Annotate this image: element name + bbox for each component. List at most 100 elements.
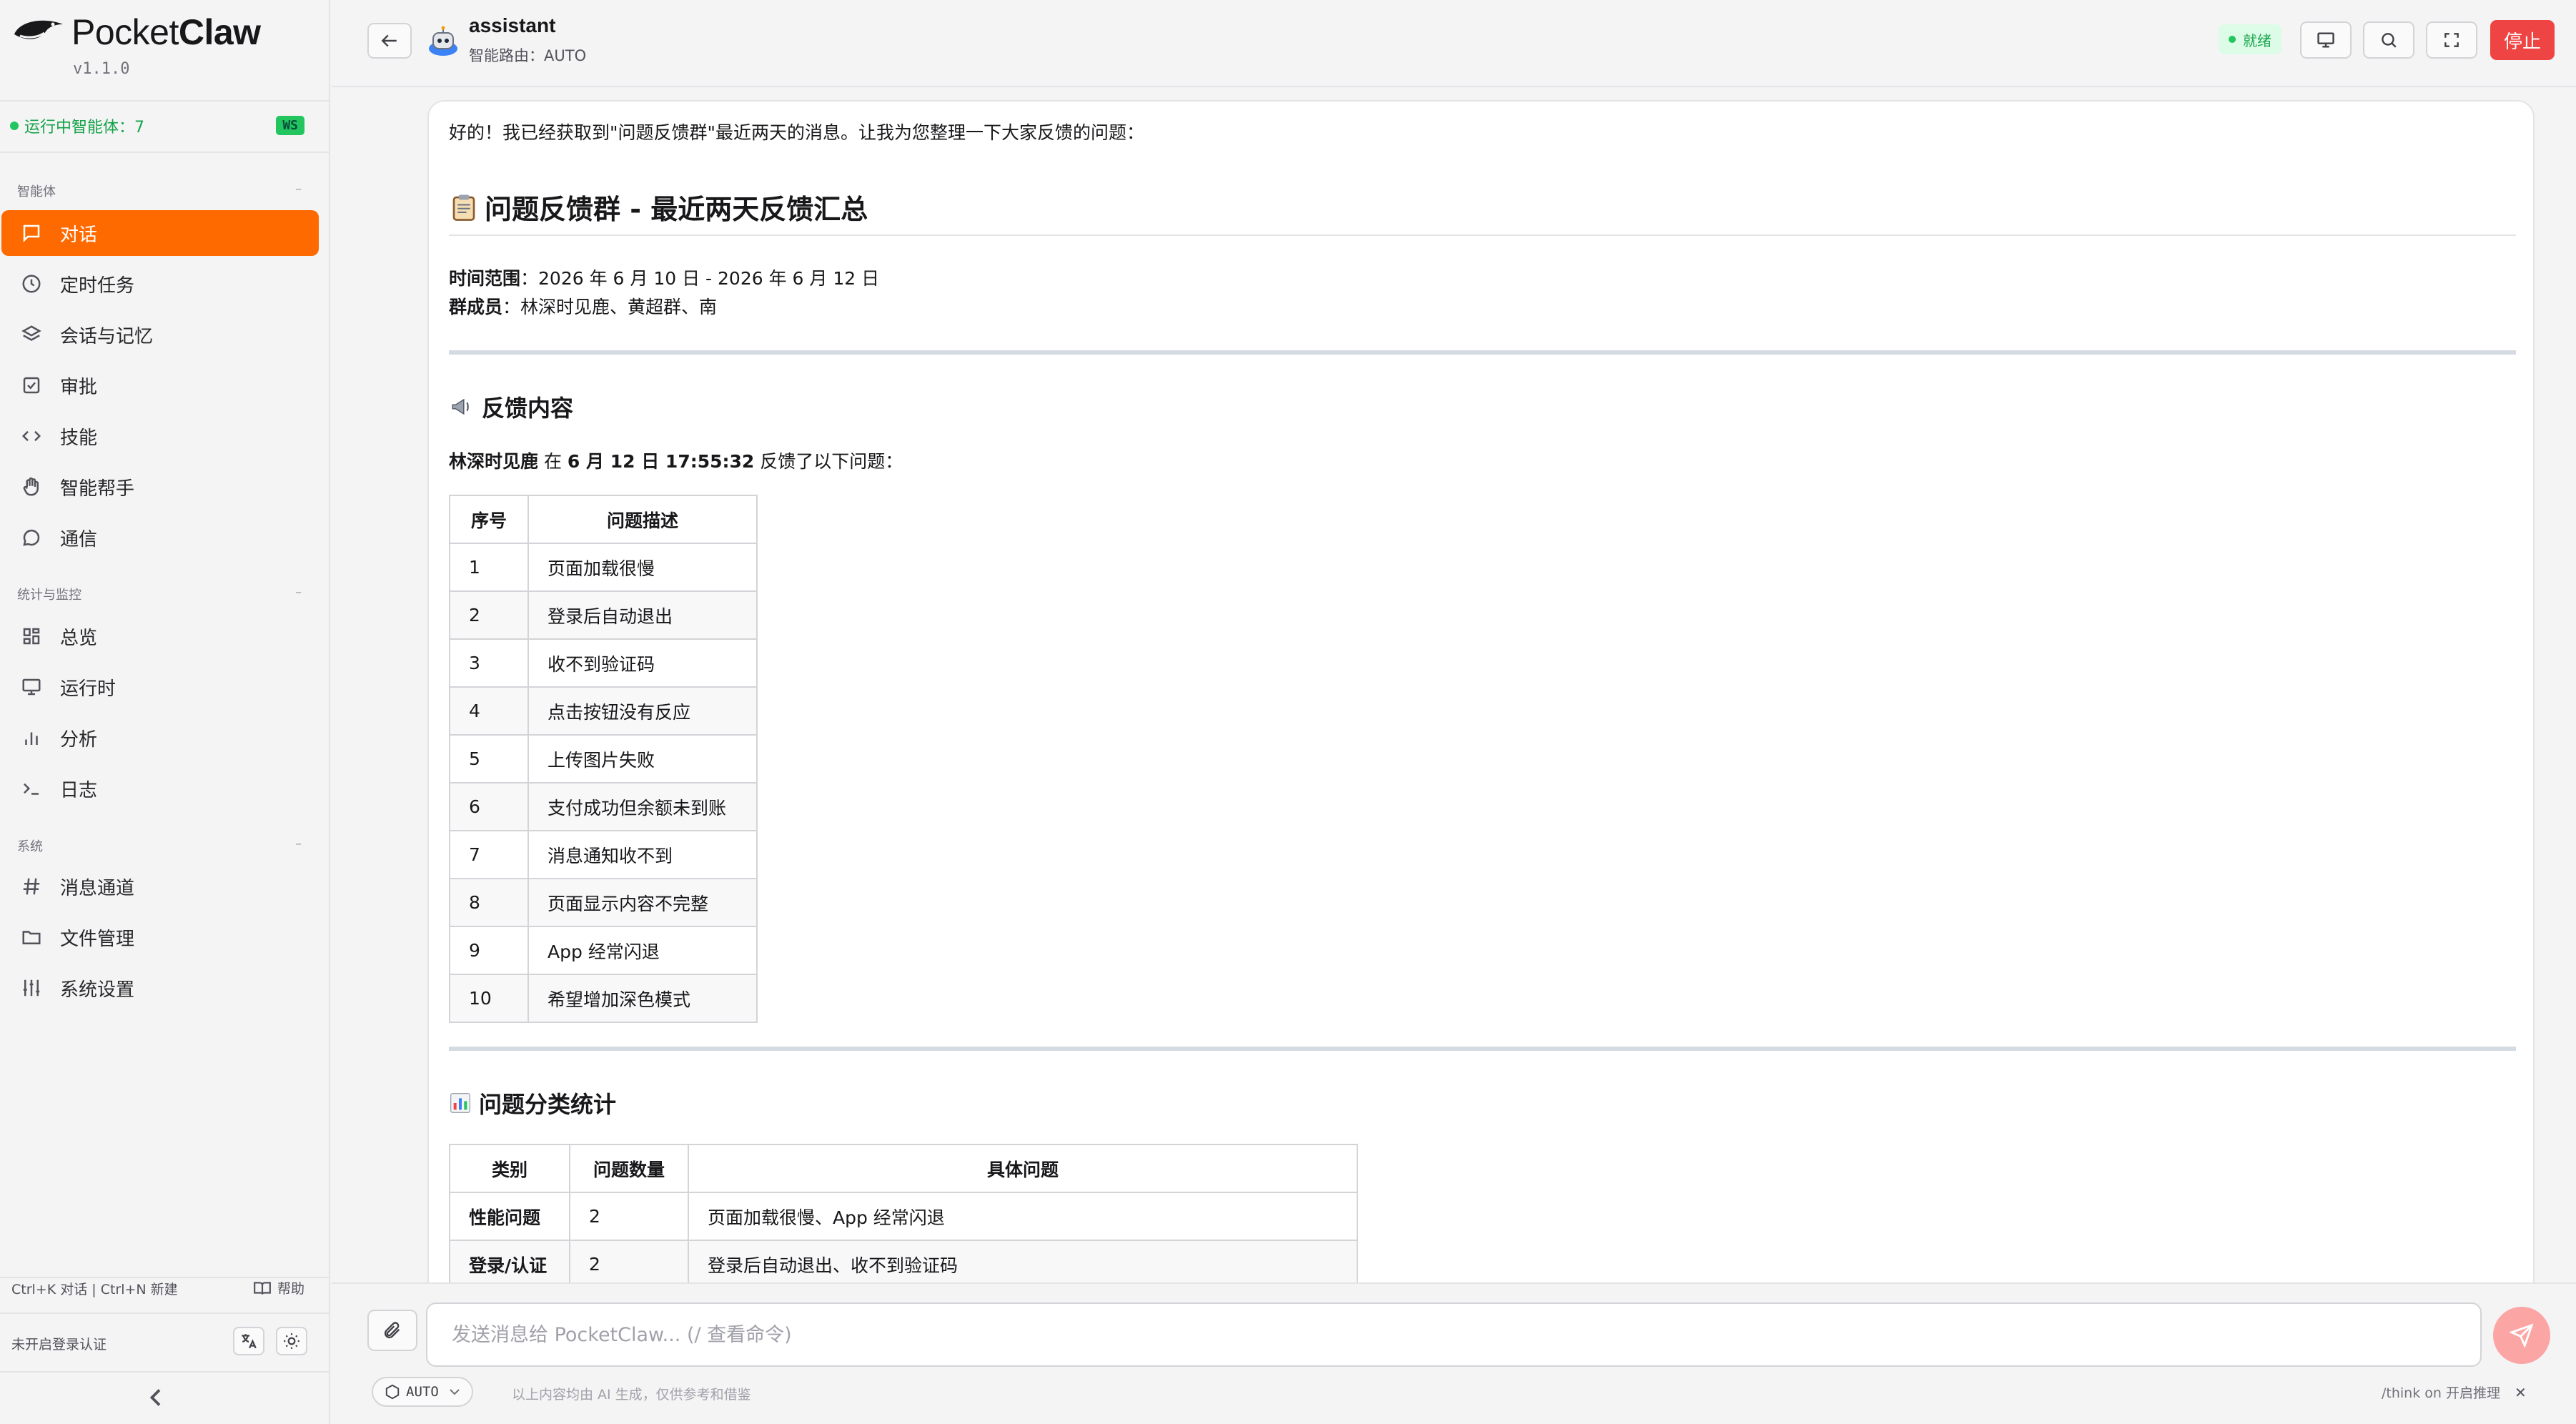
divider [0,100,330,102]
search-icon [2382,33,2397,48]
sidebar-item-label: 总览 [60,627,98,649]
sidebar-item-smart-helper[interactable]: 智能帮手 [1,464,319,510]
composer: AUTO 以上内容均由 AI 生成，仅供参考和借鉴 /think on 开启推理… [332,1282,2576,1424]
sidebar-item-overview[interactable]: 总览 [1,613,319,659]
close-icon[interactable]: ✕ [2515,1384,2527,1401]
chevron-down-icon [450,1389,460,1395]
sidebar-item-chat[interactable]: 对话 [1,210,319,256]
language-button[interactable] [233,1327,264,1355]
table-row: 1 页面加载很慢 [449,543,758,592]
sidebar-item-label: 智能帮手 [60,478,135,500]
table-header: 序号 [449,495,529,544]
sidebar-item-scheduled-tasks[interactable]: 定时任务 [1,261,319,307]
brand-name: PocketClaw [71,12,261,52]
sidebar: PocketClaw v1.1.0 运行中智能体：7 WS 智能体 – 对话 定时… [0,0,330,1424]
ws-badge: WS [276,116,304,135]
section-title-stats[interactable]: 统计与监控 – [17,585,302,603]
login-status-text: 未开启登录认证 [11,1337,107,1353]
sidebar-item-label: 运行时 [60,678,117,700]
running-label: 运行中智能体：7 [24,119,144,137]
sidebar-item-label: 对话 [60,224,98,246]
hash-icon [19,874,44,899]
sidebar-item-approval[interactable]: 审批 [1,362,319,408]
display-button[interactable] [2300,21,2352,59]
section-label: 统计与监控 [17,588,81,603]
message-input[interactable] [426,1302,2482,1367]
send-button[interactable] [2493,1307,2550,1364]
table-header-row: 类别 问题数量 具体问题 [449,1144,1358,1193]
table-row: 5 上传图片失败 [449,734,758,783]
sidebar-item-sessions-memory[interactable]: 会话与记忆 [1,312,319,357]
issues-table: 序号 问题描述 1 页面加载很慢 2 登录后自动退出 3 收不到验证码 4 点击按钮没有反应 5… [449,495,758,1023]
divider [0,1371,330,1373]
arrow-left-icon [381,34,397,47]
sidebar-item-label: 系统设置 [60,979,135,1001]
section-feedback-text: 反馈内容 [482,395,574,422]
table-header: 类别 [449,1144,570,1193]
monitor-icon [19,674,44,700]
table-header: 具体问题 [688,1144,1358,1193]
collapse-sidebar-button[interactable] [147,1387,163,1414]
divider [0,1312,330,1314]
title-rule [449,234,2516,236]
sidebar-item-logs[interactable]: 日志 [1,766,319,811]
table-row: 性能问题 2 页面加载很慢、App 经常闪退 [449,1192,1358,1241]
table-header-row: 序号 问题描述 [449,495,758,544]
table-row: 8 页面显示内容不完整 [449,878,758,927]
send-icon [2510,1323,2534,1348]
sidebar-item-label: 文件管理 [60,928,135,950]
shortcut-text: Ctrl+K 对话 | Ctrl+N 新建 [11,1281,178,1297]
sidebar-item-runtime[interactable]: 运行时 [1,664,319,710]
table-cell: 希望增加深色模式 [527,974,758,1023]
back-button[interactable] [367,23,412,59]
fullscreen-button[interactable] [2426,21,2477,59]
table-cell: 页面加载很慢 [527,543,758,592]
table-row: 9 App 经常闪退 [449,926,758,975]
section-stats-heading: 问题分类统计 [449,1087,616,1119]
help-link[interactable]: 帮助 [253,1278,304,1297]
table-row: 6 支付成功但余额未到账 [449,782,758,831]
section-title-system[interactable]: 系统 – [17,836,302,855]
table-cell: 4 [449,686,529,736]
message-intro: 好的！我已经获取到"问题反馈群"最近两天的消息。让我为您整理一下大家反馈的问题： [449,122,1145,143]
book-icon [254,1281,271,1295]
sliders-icon [19,975,44,1001]
sidebar-item-settings[interactable]: 系统设置 [1,965,319,1011]
section-divider [449,350,2516,355]
table-cell: 支付成功但余额未到账 [527,782,758,831]
sidebar-item-skills[interactable]: 技能 [1,413,319,459]
stop-button[interactable]: 停止 [2490,20,2555,60]
collapse-icon: – [295,585,302,600]
sidebar-item-communication[interactable]: 通信 [1,515,319,560]
collapse-icon: – [295,182,302,197]
message-title: 问题反馈群 - 最近两天反馈汇总 [449,187,868,227]
folder-icon [19,924,44,950]
agent-route: 智能路由：AUTO [469,47,587,64]
model-select[interactable]: AUTO [372,1377,473,1407]
table-cell: 登录后自动退出 [527,590,758,640]
sidebar-item-label: 通信 [60,528,98,550]
table-row: 登录/认证 2 登录后自动退出、收不到验证码 [449,1240,1358,1285]
think-hint: /think on 开启推理 ✕ [2382,1383,2527,1402]
running-dot-icon [10,122,19,130]
divider [0,152,330,153]
brand[interactable]: PocketClaw v1.1.0 [10,7,325,79]
theme-toggle-button[interactable] [276,1327,307,1355]
collapse-icon: – [295,836,302,851]
think-hint-text: /think on 开启推理 [2382,1385,2500,1401]
sidebar-item-analytics[interactable]: 分析 [1,715,319,761]
sidebar-item-files[interactable]: 文件管理 [1,914,319,960]
attach-button[interactable] [367,1310,417,1351]
table-cell: 页面显示内容不完整 [527,878,758,927]
table-cell: 10 [449,974,529,1023]
table-cell: 9 [449,926,529,975]
search-button[interactable] [2363,21,2414,59]
section-title-agents[interactable]: 智能体 – [17,182,302,200]
chevron-left-icon [149,1389,161,1406]
bar-chart-icon [19,725,44,751]
sidebar-item-channels[interactable]: 消息通道 [1,864,319,909]
table-cell: App 经常闪退 [527,926,758,975]
stats-table: 类别 问题数量 具体问题 性能问题 2 页面加载很慢、App 经常闪退 登录/认证 2 登… [449,1144,1358,1285]
assistant-message: 好的！我已经获取到"问题反馈群"最近两天的消息。让我为您整理一下大家反馈的问题：… [427,100,2535,1287]
model-label: AUTO [406,1384,439,1400]
